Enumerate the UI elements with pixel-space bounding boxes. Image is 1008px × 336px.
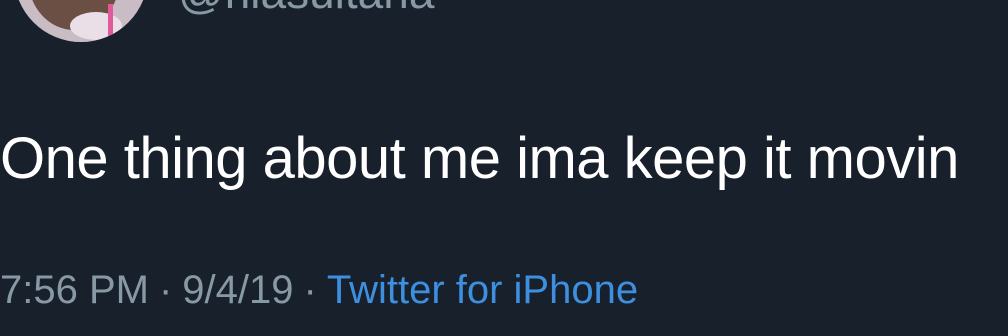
tweet-time[interactable]: 7:56 PM — [0, 268, 149, 312]
avatar-photo — [14, 0, 148, 42]
tweet-metadata: 7:56 PM · 9/4/19 · Twitter for iPhone — [0, 266, 638, 314]
tweet-date[interactable]: 9/4/19 — [182, 268, 293, 312]
tweet-source-link[interactable]: Twitter for iPhone — [327, 268, 638, 312]
tweet-text: One thing about me ima keep it movin — [0, 126, 959, 191]
tweet-detail: @niasultana One thing about me ima keep … — [0, 0, 1008, 336]
separator-dot: · — [158, 268, 173, 312]
avatar[interactable] — [14, 0, 148, 42]
separator-dot: · — [303, 268, 317, 312]
user-handle[interactable]: @niasultana — [178, 0, 434, 18]
